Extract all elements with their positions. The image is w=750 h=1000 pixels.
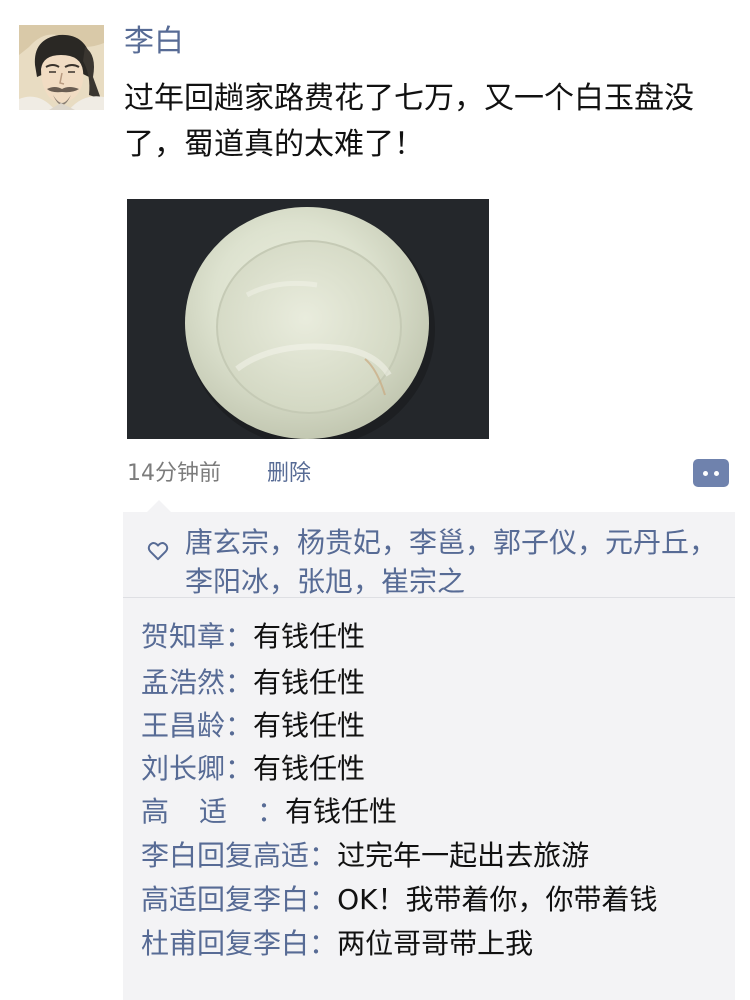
- comment-item[interactable]: 孟浩然：有钱任性: [141, 663, 365, 702]
- comment-author[interactable]: 李白: [141, 836, 197, 875]
- post-image-jade-plate[interactable]: [127, 199, 489, 439]
- panel-caret: [147, 500, 171, 512]
- comment-author[interactable]: 高适: [141, 880, 197, 919]
- reply-target[interactable]: 高适: [253, 839, 309, 872]
- reply-word: 回复: [197, 839, 254, 872]
- comment-author[interactable]: 高适: [141, 792, 257, 831]
- comment-text: 过完年一起出去旅游: [337, 839, 590, 872]
- likes-names[interactable]: 唐玄宗，杨贵妃，李邕，郭子仪，元丹丘，李阳冰，张旭，崔宗之: [185, 523, 733, 601]
- post-author-name[interactable]: 李白: [124, 22, 184, 62]
- post-time: 14分钟前: [127, 461, 221, 486]
- more-dots-icon[interactable]: [693, 459, 729, 487]
- reply-word: 回复: [197, 883, 254, 916]
- comment-reply-item[interactable]: 高适回复李白：OK！我带着你，你带着钱: [141, 880, 657, 919]
- comment-text: 有钱任性: [285, 795, 398, 828]
- comment-colon: ：: [225, 620, 254, 653]
- jade-plate-photo: [127, 199, 489, 439]
- avatar[interactable]: [19, 25, 104, 110]
- comment-author[interactable]: 杜甫: [141, 924, 197, 963]
- comment-colon: ：: [257, 795, 286, 828]
- comment-text: 有钱任性: [253, 709, 366, 742]
- avatar-portrait-image: [19, 25, 104, 110]
- comment-text: 有钱任性: [253, 620, 366, 653]
- dot-icon: [714, 470, 719, 476]
- comment-text: 有钱任性: [253, 752, 366, 785]
- comment-text: 两位哥哥带上我: [337, 927, 534, 960]
- comment-author[interactable]: 刘长卿: [141, 749, 225, 788]
- reply-target[interactable]: 李白: [253, 883, 309, 916]
- post-text: 过年回趟家路费花了七万，又一个白玉盘没了，蜀道真的太难了！: [124, 81, 694, 162]
- post-meta-row: 14分钟前 删除: [127, 456, 737, 492]
- comment-text: OK！我带着你，你带着钱: [337, 883, 658, 916]
- dot-icon: [703, 470, 708, 476]
- comment-item[interactable]: 贺知章：有钱任性: [141, 617, 365, 656]
- reply-target[interactable]: 李白: [253, 927, 309, 960]
- comment-author[interactable]: 孟浩然: [141, 663, 225, 702]
- comment-colon: ：: [309, 839, 338, 872]
- heart-outline-icon: [147, 542, 169, 561]
- comment-colon: ：: [309, 927, 338, 960]
- comment-panel: 唐玄宗，杨贵妃，李邕，郭子仪，元丹丘，李阳冰，张旭，崔宗之 贺知章：有钱任性 孟…: [123, 500, 735, 1000]
- comment-reply-item[interactable]: 杜甫回复李白：两位哥哥带上我: [141, 924, 533, 963]
- comment-author[interactable]: 王昌龄: [141, 706, 225, 745]
- comment-colon: ：: [225, 709, 254, 742]
- comment-item[interactable]: 高适：有钱任性: [141, 792, 397, 831]
- comment-colon: ：: [225, 666, 254, 699]
- comment-item[interactable]: 刘长卿：有钱任性: [141, 749, 365, 788]
- comment-item[interactable]: 王昌龄：有钱任性: [141, 706, 365, 745]
- divider: [123, 597, 735, 598]
- comment-author[interactable]: 贺知章: [141, 617, 225, 656]
- comment-colon: ：: [225, 752, 254, 785]
- delete-button[interactable]: 删除: [267, 459, 311, 489]
- comment-text: 有钱任性: [253, 666, 366, 699]
- comment-colon: ：: [309, 883, 338, 916]
- comment-reply-item[interactable]: 李白回复高适：过完年一起出去旅游: [141, 836, 589, 875]
- reply-word: 回复: [197, 927, 254, 960]
